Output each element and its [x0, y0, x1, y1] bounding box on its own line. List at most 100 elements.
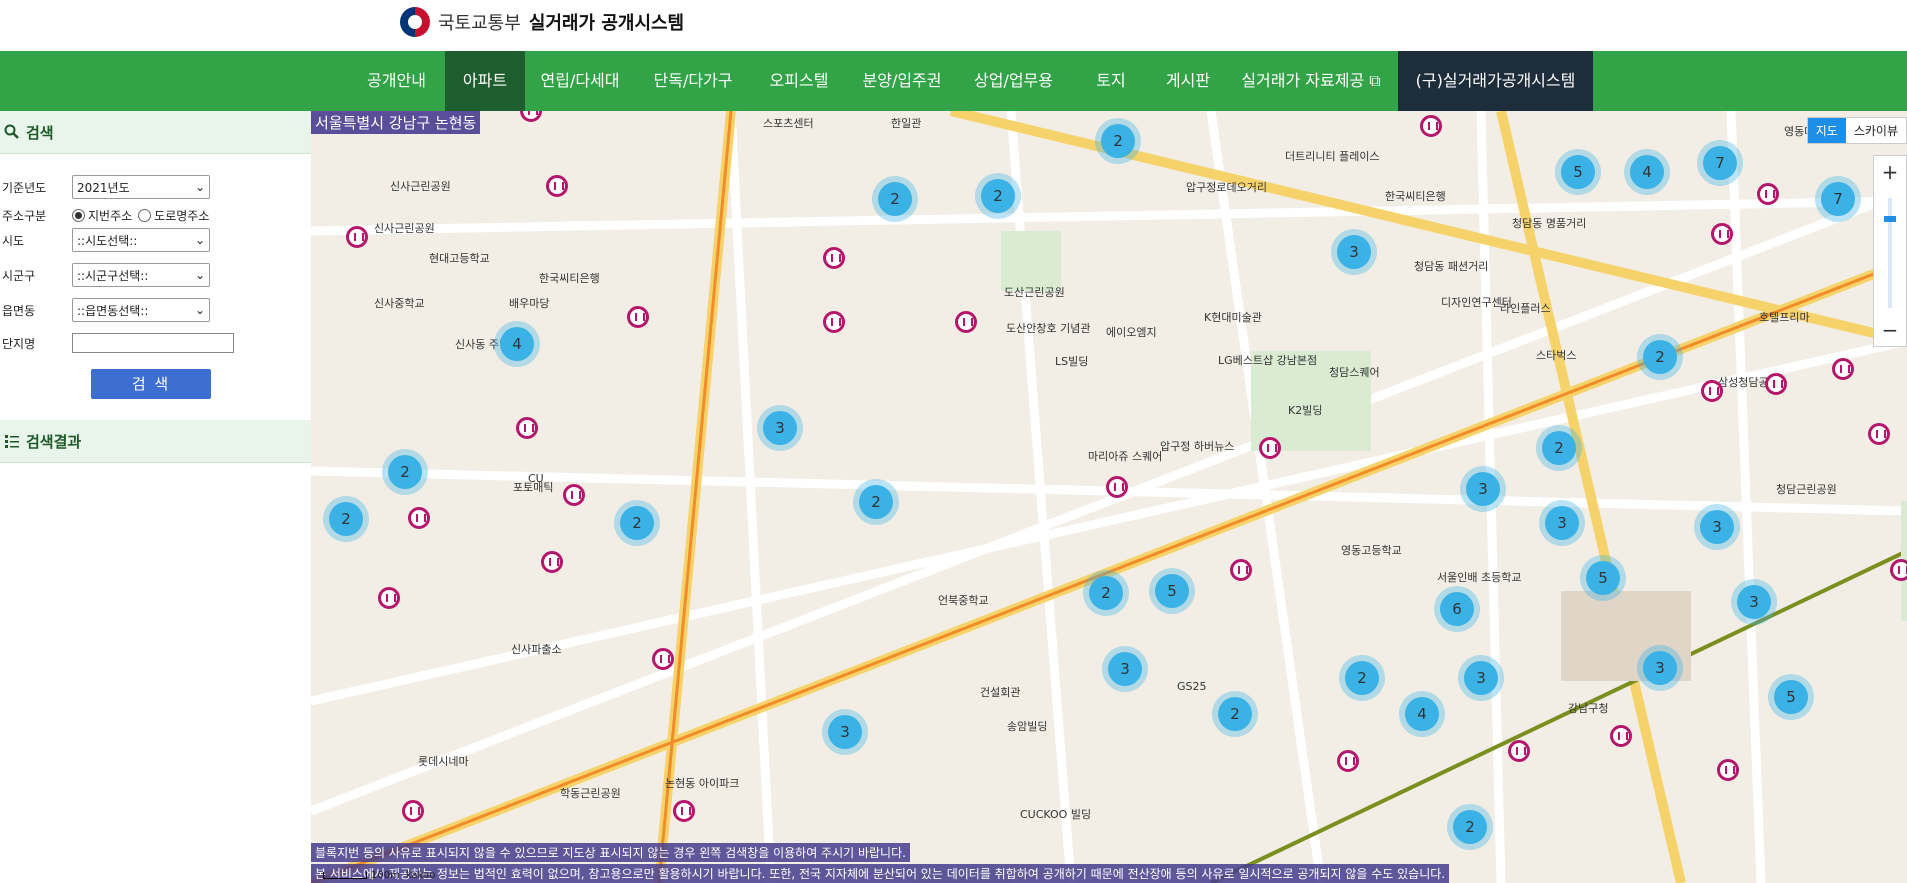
cluster-marker[interactable]: 2	[981, 179, 1015, 213]
government-emblem-icon	[400, 7, 430, 37]
nav-item-0[interactable]: 공개안내	[348, 51, 445, 111]
cluster-marker[interactable]: 7	[1821, 182, 1855, 216]
cluster-marker[interactable]: 5	[1561, 155, 1595, 189]
nav-item-2[interactable]: 연립/다세대	[525, 51, 635, 111]
apartment-marker-icon[interactable]	[1230, 559, 1252, 581]
cluster-marker[interactable]: 2	[1542, 431, 1576, 465]
cluster-marker[interactable]: 2	[1089, 576, 1123, 610]
apartment-marker-icon[interactable]	[1106, 476, 1128, 498]
zoom-slider-track[interactable]	[1888, 198, 1892, 308]
nav-item-7[interactable]: 토지	[1070, 51, 1152, 111]
sido-select[interactable]: ::시도선택:: ⌄	[72, 228, 210, 252]
apartment-marker-icon[interactable]	[823, 247, 845, 269]
nav-item-9[interactable]: 실거래가 자료제공 ⧉	[1224, 51, 1398, 111]
nav-item-5[interactable]: 분양/입주권	[847, 51, 957, 111]
cluster-marker[interactable]: 2	[1218, 697, 1252, 731]
cluster-marker[interactable]: 2	[1453, 810, 1487, 844]
apartment-marker-icon[interactable]	[546, 175, 568, 197]
apartment-marker-icon[interactable]	[378, 587, 400, 609]
apartment-marker-icon[interactable]	[1757, 183, 1779, 205]
map-view[interactable]: 한일관 스포츠센터 신사근린공원 현대고등학교 한국씨티은행 신사중학교 배우마당 신사동 주…	[311, 111, 1907, 883]
map-place-label: 스타벅스	[1536, 349, 1577, 362]
nav-item-10[interactable]: (구)실거래가공개시스템	[1398, 51, 1593, 111]
cluster-marker[interactable]: 2	[878, 182, 912, 216]
dong-select[interactable]: ::읍면동선택:: ⌄	[72, 298, 210, 322]
apartment-marker-icon[interactable]	[346, 226, 368, 248]
jibun-radio[interactable]: 지번주소	[72, 207, 132, 224]
jibun-radio-label: 지번주소	[88, 208, 133, 223]
cluster-marker[interactable]: 3	[1700, 510, 1734, 544]
map-type-skyview-button[interactable]: 스카이뷰	[1846, 118, 1906, 143]
cluster-marker[interactable]: 4	[500, 327, 534, 361]
nav-item-4[interactable]: 오피스텔	[751, 51, 847, 111]
nav-item-8[interactable]: 게시판	[1152, 51, 1224, 111]
apartment-marker-icon[interactable]	[402, 800, 424, 822]
cluster-marker[interactable]: 7	[1703, 146, 1737, 180]
map-place-label: 더트리니티 플레이스	[1285, 150, 1380, 163]
zoom-in-button[interactable]: +	[1874, 156, 1906, 188]
cluster-marker[interactable]: 3	[828, 715, 862, 749]
search-button[interactable]: 검 색	[91, 369, 211, 399]
cluster-marker[interactable]: 3	[1466, 472, 1500, 506]
cluster-marker[interactable]: 3	[1545, 506, 1579, 540]
map-place-label: 언북중학교	[938, 594, 989, 607]
year-select[interactable]: 2021년도 ⌄	[72, 175, 210, 199]
apartment-marker-icon[interactable]	[1890, 559, 1907, 581]
apartment-marker-icon[interactable]	[823, 311, 845, 333]
map-place-label: 신사파출소	[511, 643, 562, 656]
cluster-marker[interactable]: 3	[1643, 651, 1677, 685]
cluster-marker[interactable]: 6	[1440, 592, 1474, 626]
zoom-control: + −	[1873, 155, 1907, 347]
apartment-marker-icon[interactable]	[1711, 223, 1733, 245]
apartment-marker-icon[interactable]	[1701, 380, 1723, 402]
apartment-marker-icon[interactable]	[1717, 759, 1739, 781]
apartment-marker-icon[interactable]	[516, 417, 538, 439]
apartment-marker-icon[interactable]	[1337, 750, 1359, 772]
cluster-marker[interactable]: 2	[329, 502, 363, 536]
nav-item-6[interactable]: 상업/업무용	[957, 51, 1070, 111]
apartment-marker-icon[interactable]	[1610, 725, 1632, 747]
cluster-marker[interactable]: 5	[1774, 680, 1808, 714]
cluster-marker[interactable]: 2	[859, 485, 893, 519]
search-heading: 검색	[26, 123, 54, 142]
cluster-marker[interactable]: 3	[1464, 661, 1498, 695]
apartment-marker-icon[interactable]	[627, 306, 649, 328]
map-place-label: LS빌딩	[1055, 355, 1089, 368]
nav-item-1[interactable]: 아파트	[445, 51, 525, 111]
apartment-marker-icon[interactable]	[673, 800, 695, 822]
cluster-marker[interactable]: 5	[1155, 574, 1189, 608]
apartment-marker-icon[interactable]	[563, 484, 585, 506]
cluster-marker[interactable]: 4	[1630, 155, 1664, 189]
apartment-marker-icon[interactable]	[1868, 423, 1890, 445]
apartment-marker-icon[interactable]	[1259, 437, 1281, 459]
cluster-marker[interactable]: 2	[620, 506, 654, 540]
apartment-marker-icon[interactable]	[1765, 373, 1787, 395]
apartment-marker-icon[interactable]	[1832, 358, 1854, 380]
site-logo[interactable]: 국토교통부 실거래가 공개시스템	[400, 7, 684, 37]
zoom-out-button[interactable]: −	[1874, 314, 1906, 346]
cluster-marker[interactable]: 2	[388, 455, 422, 489]
map-type-map-button[interactable]: 지도	[1807, 118, 1846, 143]
cluster-marker[interactable]: 5	[1586, 561, 1620, 595]
apartment-marker-icon[interactable]	[1508, 740, 1530, 762]
map-place-label: 청담근린공원	[1776, 483, 1837, 496]
apartment-marker-icon[interactable]	[652, 648, 674, 670]
cluster-marker[interactable]: 4	[1405, 697, 1439, 731]
zoom-slider-handle[interactable]	[1884, 216, 1896, 222]
apartment-marker-icon[interactable]	[955, 311, 977, 333]
apartment-marker-icon[interactable]	[541, 551, 563, 573]
cluster-marker[interactable]: 2	[1345, 661, 1379, 695]
map-place-label: 스포츠센터	[763, 117, 814, 130]
complex-name-input[interactable]	[72, 333, 234, 353]
cluster-marker[interactable]: 2	[1101, 124, 1135, 158]
nav-item-3[interactable]: 단독/다가구	[635, 51, 751, 111]
apartment-marker-icon[interactable]	[1420, 115, 1442, 137]
cluster-marker[interactable]: 2	[1643, 340, 1677, 374]
sigungu-select[interactable]: ::시군구선택:: ⌄	[72, 263, 210, 287]
road-address-radio[interactable]: 도로명주소	[138, 207, 209, 224]
cluster-marker[interactable]: 3	[763, 411, 797, 445]
cluster-marker[interactable]: 3	[1337, 235, 1371, 269]
cluster-marker[interactable]: 3	[1737, 585, 1771, 619]
apartment-marker-icon[interactable]	[408, 507, 430, 529]
cluster-marker[interactable]: 3	[1108, 652, 1142, 686]
